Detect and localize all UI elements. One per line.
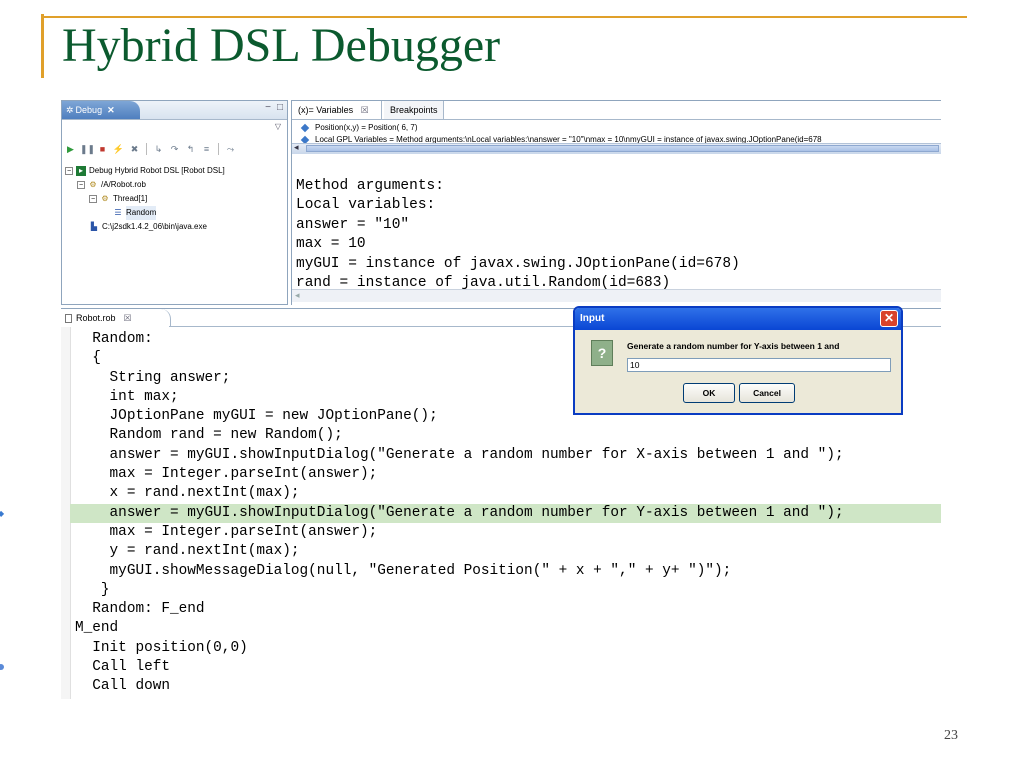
tree-item-label: C:\j2sdk1.4.2_06\bin\java.exe (102, 222, 207, 231)
tab-debug-label: Debug (75, 105, 103, 115)
question-icon: ? (591, 340, 613, 366)
tab-debug[interactable]: ✲ Debug ✕ (62, 101, 140, 119)
code-line[interactable]: M_end (75, 619, 941, 638)
drop-to-frame-icon[interactable]: ≡ (200, 143, 213, 156)
code-line[interactable]: Random rand = new Random(); (75, 426, 941, 445)
step-filters-icon[interactable]: ⤳ (224, 143, 237, 156)
collapse-icon[interactable]: − (65, 167, 73, 175)
close-icon[interactable]: ☒ (124, 313, 132, 323)
variable-icon (300, 123, 310, 132)
code-line[interactable]: max = Integer.parseInt(answer); (75, 523, 941, 542)
variable-detail-pane[interactable]: Method arguments: Local variables: answer … (296, 177, 740, 293)
code-line[interactable]: answer = myGUI.showInputDialog("Generate… (70, 503, 941, 523)
process-icon: ▙ (90, 222, 98, 231)
close-icon[interactable]: ✕ (880, 310, 898, 327)
tab-robot-rob-label: Robot.rob (76, 313, 116, 323)
remove-terminated-icon[interactable]: ✖ (128, 143, 141, 156)
disconnect-icon[interactable]: ⚡ (112, 143, 125, 156)
detail-line: Method arguments: (296, 178, 444, 194)
tree-item-thread[interactable]: − ⚙ Thread[1] (65, 192, 225, 206)
code-line[interactable]: y = rand.nextInt(max); (75, 542, 941, 561)
debug-toolbar: ▶ ❚❚ ■ ⚡ ✖ ↳ ↷ ↰ ≡ ⤳ (64, 141, 237, 157)
close-icon[interactable]: ✕ (107, 105, 115, 115)
slide-number: 23 (944, 728, 958, 743)
file-icon (65, 314, 72, 324)
tab-variables[interactable]: (x)= Variables ☒ (292, 101, 382, 119)
debug-tabbar: ✲ Debug ✕ − □ (62, 101, 287, 120)
toolbar-separator (146, 143, 147, 155)
detail-line: myGUI = instance of javax.swing.JOptionP… (296, 255, 740, 272)
code-line[interactable]: Random: F_end (75, 600, 941, 619)
tree-item-target[interactable]: − ⚙ /A/Robot.rob (65, 178, 225, 192)
tree-item-stack-frame[interactable]: ☰ Random (65, 206, 225, 220)
tab-variables-label: (x)= Variables (298, 105, 354, 115)
slide-title: Hybrid DSL Debugger (62, 19, 501, 72)
code-line[interactable]: Call down (75, 677, 941, 696)
maximize-icon[interactable]: □ (277, 102, 283, 113)
toolbar-separator (218, 143, 219, 155)
debug-menu-row: ▽ (62, 119, 287, 135)
debug-target-icon: ⚙ (89, 180, 97, 189)
dialog-titlebar[interactable]: Input ✕ (575, 308, 901, 330)
code-line[interactable]: myGUI.showMessageDialog(null, "Generated… (75, 562, 941, 581)
tab-robot-rob[interactable]: Robot.rob ☒ (61, 309, 171, 327)
scroll-left-icon[interactable]: ◂ (295, 290, 300, 301)
variables-scrollbar[interactable]: ◂ (292, 142, 941, 154)
debug-view: ✲ Debug ✕ − □ ▽ ▶ ❚❚ ■ ⚡ ✖ ↳ ↷ ↰ ≡ ⤳ − ▸ D… (61, 100, 288, 305)
tree-item-process[interactable]: ▙ C:\j2sdk1.4.2_06\bin\java.exe (65, 220, 225, 234)
dialog-title: Input (580, 313, 605, 324)
resume-icon[interactable]: ▶ (64, 143, 77, 156)
collapse-icon[interactable]: − (89, 195, 97, 203)
thread-icon: ⚙ (101, 194, 109, 203)
scroll-left-icon[interactable]: ◂ (294, 142, 299, 153)
step-return-icon[interactable]: ↰ (184, 143, 197, 156)
variables-view: (x)= Variables ☒ Breakpoints Position(x,… (291, 100, 941, 305)
ok-button[interactable]: OK (683, 383, 735, 403)
tree-item-label: Random (126, 206, 157, 220)
launch-icon: ▸ (76, 166, 86, 176)
breakpoint-icon[interactable] (0, 664, 4, 670)
detail-line: Local variables: (296, 197, 436, 214)
variable-row[interactable]: Position(x,y) = Position( 6, 7) (300, 123, 418, 132)
code-line[interactable]: x = rand.nextInt(max); (75, 484, 941, 503)
variables-tabbar: (x)= Variables ☒ Breakpoints (292, 101, 941, 120)
code-line[interactable]: Init position(0,0) (75, 639, 941, 658)
minimize-icon[interactable]: − (265, 102, 271, 113)
tree-item-label: Thread[1] (113, 194, 148, 203)
instruction-pointer-icon: ◆ (0, 509, 5, 518)
debug-bug-icon: ✲ (66, 105, 74, 115)
code-line[interactable]: } (75, 581, 941, 600)
code-line[interactable]: answer = myGUI.showInputDialog("Generate… (75, 446, 941, 465)
stack-frame-icon: ☰ (114, 208, 122, 217)
terminate-icon[interactable]: ■ (96, 143, 109, 156)
detail-line: max = 10 (296, 236, 366, 253)
debug-tree: − ▸ Debug Hybrid Robot DSL [Robot DSL] −… (65, 164, 225, 234)
collapse-icon[interactable]: − (77, 181, 85, 189)
tree-item-launch[interactable]: − ▸ Debug Hybrid Robot DSL [Robot DSL] (65, 164, 225, 178)
close-icon[interactable]: ☒ (361, 105, 369, 115)
detail-scrollbar[interactable]: ◂ (292, 289, 941, 302)
tree-item-label: Debug Hybrid Robot DSL [Robot DSL] (89, 166, 225, 175)
answer-input[interactable]: 10 (627, 358, 891, 372)
cancel-button[interactable]: Cancel (739, 383, 795, 403)
detail-line: answer = "10" (296, 216, 410, 233)
step-over-icon[interactable]: ↷ (168, 143, 181, 156)
dialog-prompt: Generate a random number for Y-axis betw… (627, 341, 840, 351)
scrollbar-thumb[interactable] (306, 145, 939, 152)
variable-label: Position(x,y) = Position( 6, 7) (315, 123, 418, 132)
code-line[interactable]: max = Integer.parseInt(answer); (75, 465, 941, 484)
code-line[interactable]: Call left (75, 658, 941, 677)
tree-item-label: /A/Robot.rob (101, 180, 146, 189)
suspend-icon[interactable]: ❚❚ (80, 143, 95, 156)
view-menu-icon[interactable]: ▽ (275, 122, 281, 131)
accent-bar-vertical (41, 14, 44, 78)
input-dialog: Input ✕ ? Generate a random number for Y… (573, 306, 903, 415)
tab-breakpoints[interactable]: Breakpoints (384, 101, 444, 119)
step-into-icon[interactable]: ↳ (152, 143, 165, 156)
